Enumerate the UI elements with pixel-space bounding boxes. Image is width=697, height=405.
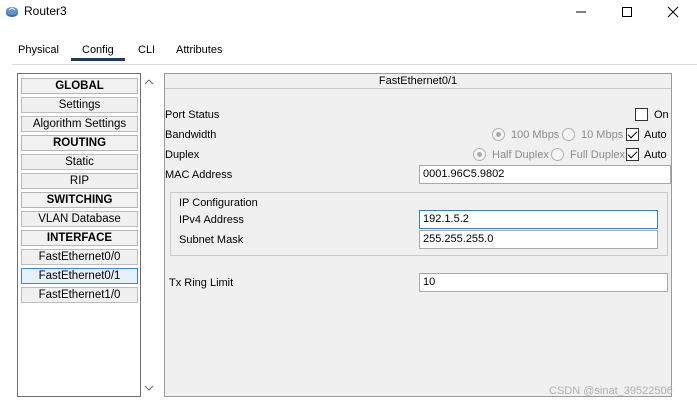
tx-ring-limit-label: Tx Ring Limit (169, 277, 234, 289)
maximize-icon (622, 7, 632, 17)
duplex-half-label: Half Duplex (492, 149, 549, 161)
maximize-button[interactable] (604, 0, 650, 24)
duplex-auto-label: Auto (644, 149, 667, 161)
router-app-icon (4, 4, 20, 20)
mac-address-field[interactable]: 0001.96C5.9802 (419, 165, 671, 184)
close-icon (667, 6, 679, 18)
window-title: Router3 (24, 4, 67, 18)
panel-title: FastEthernet0/1 (165, 74, 671, 89)
sidebar-header-interface: INTERFACE (21, 230, 138, 246)
sidebar-header-routing: ROUTING (21, 135, 138, 151)
sidebar-header-switching: SWITCHING (21, 192, 138, 208)
mac-address-label: MAC Address (165, 169, 233, 181)
ip-configuration-heading: IP Configuration (179, 197, 258, 209)
config-sidebar: GLOBAL Settings Algorithm Settings ROUTI… (17, 73, 141, 397)
duplex-full-label: Full Duplex (570, 149, 626, 161)
minimize-button[interactable] (558, 0, 604, 24)
subnet-mask-label: Subnet Mask (179, 234, 244, 246)
duplex-half-radio[interactable] (473, 148, 486, 161)
bandwidth-label: Bandwidth (165, 129, 217, 141)
sidebar-item-fastethernet0-1[interactable]: FastEthernet0/1 (21, 268, 138, 284)
watermark: CSDN @sinat_39522506 (549, 385, 673, 397)
sidebar-header-global: GLOBAL (21, 78, 138, 94)
bandwidth-10mbps-label: 10 Mbps (581, 129, 624, 141)
tab-physical[interactable]: Physical (12, 40, 65, 62)
scroll-up-icon[interactable] (144, 78, 154, 86)
bandwidth-auto-label: Auto (644, 129, 667, 141)
ipv4-address-label: IPv4 Address (179, 214, 244, 226)
tx-ring-limit-field[interactable]: 10 (419, 273, 668, 292)
bandwidth-100mbps-label: 100 Mbps (511, 129, 560, 141)
tab-attributes[interactable]: Attributes (170, 40, 228, 62)
subnet-mask-field[interactable]: 255.255.255.0 (419, 230, 658, 249)
minimize-icon (576, 11, 586, 13)
port-status-on-checkbox[interactable] (635, 108, 648, 121)
duplex-label: Duplex (165, 149, 200, 161)
sidebar-item-vlan-database[interactable]: VLAN Database (21, 211, 138, 227)
sidebar-item-fastethernet0-0[interactable]: FastEthernet0/0 (21, 249, 138, 265)
close-button[interactable] (650, 0, 696, 24)
bandwidth-100mbps-radio[interactable] (492, 128, 505, 141)
scroll-down-icon[interactable] (144, 384, 154, 392)
title-bar: Router3 (0, 0, 697, 26)
port-status-label: Port Status (165, 109, 220, 121)
sidebar-scrollbar[interactable] (141, 73, 157, 397)
bandwidth-auto-checkbox[interactable] (626, 128, 639, 141)
duplex-full-radio[interactable] (551, 148, 564, 161)
sidebar-item-rip[interactable]: RIP (21, 173, 138, 189)
tab-cli[interactable]: CLI (132, 40, 161, 62)
port-status-on-label: On (654, 109, 669, 121)
duplex-auto-checkbox[interactable] (626, 148, 639, 161)
ipv4-address-field[interactable]: 192.1.5.2 (419, 210, 658, 229)
bandwidth-10mbps-radio[interactable] (562, 128, 575, 141)
sidebar-item-static[interactable]: Static (21, 154, 138, 170)
sidebar-item-algorithm-settings[interactable]: Algorithm Settings (21, 116, 138, 132)
sidebar-item-fastethernet1-0[interactable]: FastEthernet1/0 (21, 287, 138, 303)
sidebar-item-settings[interactable]: Settings (21, 97, 138, 113)
active-tab-indicator (71, 58, 125, 61)
